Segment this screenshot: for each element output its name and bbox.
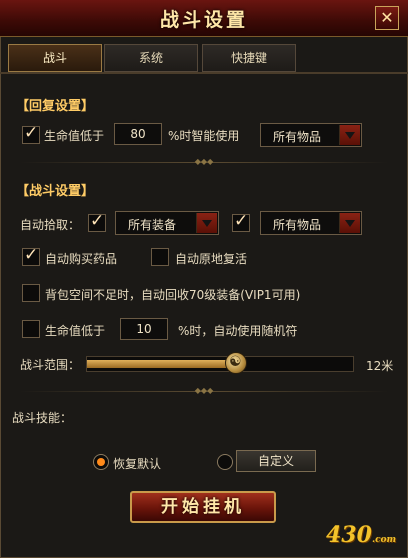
dropdown-arrow-icon	[196, 213, 217, 233]
auto-buy-potions-checkbox[interactable]: ✓	[22, 245, 40, 266]
section-divider: ◆◆◆	[20, 387, 388, 395]
dropdown-arrow-icon	[339, 213, 360, 233]
auto-buy-potions-label: 自动购买药品	[45, 252, 118, 266]
hp-scroll-checkbox[interactable]	[22, 320, 40, 338]
auto-revive-checkbox[interactable]	[151, 248, 169, 266]
pickup-equipment-select[interactable]: 所有装备	[115, 211, 219, 235]
pickup-items-checkbox[interactable]: ✓	[232, 211, 250, 232]
dropdown-arrow-icon	[339, 125, 360, 145]
check-icon: ✓	[24, 245, 39, 265]
auto-recycle-checkbox[interactable]	[22, 284, 40, 302]
check-icon: ✓	[90, 211, 105, 231]
close-button[interactable]: ✕	[375, 6, 399, 30]
check-icon: ✓	[24, 123, 39, 143]
combat-skills-label: 战斗技能：	[12, 411, 73, 425]
custom-skills-radio[interactable]	[217, 454, 233, 470]
hp-recovery-label: 生命值低于	[44, 129, 105, 143]
auto-pickup-label: 自动拾取：	[20, 218, 81, 232]
window-title: 战斗设置	[159, 9, 248, 31]
recovery-section-header: 【回复设置】	[16, 99, 95, 114]
tab-underline	[0, 72, 408, 74]
hp-scroll-label: 生命值低于	[45, 324, 106, 338]
restore-default-radio[interactable]	[93, 454, 109, 470]
combat-range-fill	[87, 360, 236, 368]
pickup-equipment-value: 所有装备	[128, 218, 177, 232]
pickup-items-select[interactable]: 所有物品	[260, 211, 362, 235]
pickup-items-value: 所有物品	[273, 218, 322, 232]
tab-combat[interactable]: 战斗	[8, 44, 102, 72]
combat-section-header: 【战斗设置】	[16, 184, 95, 199]
hp-recovery-suffix: %时智能使用	[168, 129, 240, 143]
section-divider: ◆◆◆	[20, 158, 388, 166]
auto-revive-label: 自动原地复活	[175, 252, 248, 266]
hp-recovery-checkbox[interactable]: ✓	[22, 123, 40, 144]
close-icon: ✕	[380, 8, 394, 27]
hp-scroll-suffix: %时，自动使用随机符	[178, 324, 298, 338]
slider-thumb-icon[interactable]	[224, 352, 247, 374]
title-bar: 战斗设置 ✕	[0, 0, 408, 37]
pickup-equipment-checkbox[interactable]: ✓	[88, 211, 106, 232]
check-icon: ✓	[234, 211, 249, 231]
auto-recycle-label: 背包空间不足时，自动回收70级装备(VIP1可用)	[45, 288, 301, 302]
recovery-item-value: 所有物品	[273, 130, 322, 144]
restore-default-label: 恢复默认	[113, 457, 162, 471]
hp-threshold-input[interactable]: 80	[114, 123, 162, 145]
settings-window	[0, 0, 408, 558]
combat-range-slider[interactable]	[86, 352, 354, 374]
logo-suffix: .com	[371, 535, 397, 545]
site-logo: 430.com	[326, 522, 396, 548]
recovery-item-select[interactable]: 所有物品	[260, 123, 362, 147]
combat-range-label: 战斗范围：	[20, 358, 81, 372]
hp-scroll-threshold-input[interactable]: 10	[120, 318, 168, 340]
logo-main: 430	[326, 522, 372, 548]
tab-hotkeys[interactable]: 快捷键	[202, 44, 296, 72]
combat-range-value: 12米	[366, 359, 394, 373]
custom-skills-button[interactable]: 自定义	[236, 450, 316, 472]
start-auto-battle-button[interactable]: 开始挂机	[130, 491, 276, 523]
tab-system[interactable]: 系统	[104, 44, 198, 72]
